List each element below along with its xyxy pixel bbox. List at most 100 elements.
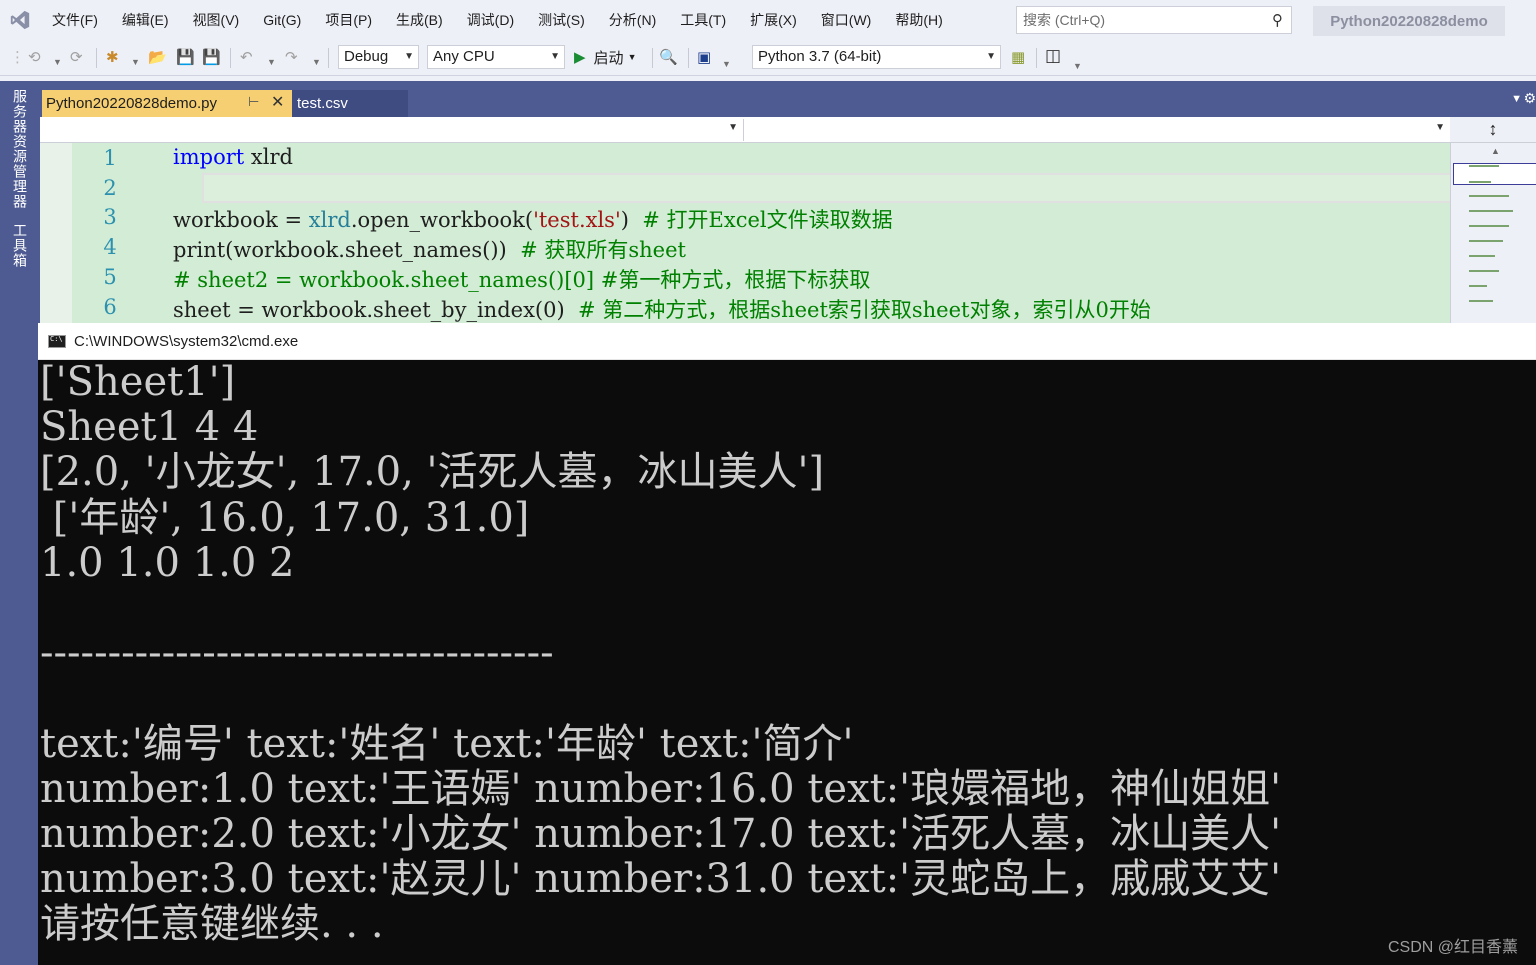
toolbar-separator [328, 48, 329, 68]
save-all-icon[interactable]: 💾 [202, 48, 221, 68]
menu-bar: 文件(F) 编辑(E) 视图(V) Git(G) 项目(P) 生成(B) 调试(D) 测试(S… [0, 0, 1536, 40]
chevron-down-icon: ▼ [1435, 122, 1445, 133]
environments-icon[interactable]: ▦ [1011, 48, 1025, 68]
menu-item[interactable]: 生成(B) [384, 0, 455, 40]
minimap-line [1469, 240, 1503, 242]
line-code: import xlrd [173, 145, 293, 169]
play-icon: ▶ [574, 49, 586, 66]
code-token: .open_workbook( [350, 208, 534, 233]
redo-icon[interactable]: ↷ [285, 48, 298, 68]
minimap-line [1469, 270, 1499, 272]
navigate-forward-icon[interactable]: ⟳ [70, 48, 83, 68]
code-token: # 第二种方式，根据sheet索引获取sheet对象，索引从0开始 [578, 297, 1151, 322]
find-in-files-icon[interactable]: 🔍 [659, 48, 678, 68]
menu-item[interactable]: 文件(F) [40, 0, 110, 40]
configuration-select[interactable]: Debug ▼ [338, 45, 419, 69]
start-debug-button[interactable]: ▶ 启动 ▼ [574, 45, 636, 69]
menu-item[interactable]: 视图(V) [181, 0, 252, 40]
code-line[interactable]: 3 workbook = xlrd.open_workbook('test.xls… [40, 202, 1418, 232]
minimap-line [1469, 300, 1493, 302]
undo-icon[interactable]: ↶ [240, 48, 253, 68]
python-environment-select[interactable]: Python 3.7 (64-bit) ▼ [752, 45, 1001, 69]
toolbar-separator [688, 48, 689, 68]
line-number: 3 [103, 205, 117, 230]
code-token: sheet = workbook.sheet_by_index(0) [173, 297, 579, 322]
minimap-line [1469, 181, 1491, 183]
console-line: 请按任意键继续. . . [40, 901, 384, 948]
save-icon[interactable]: 💾 [176, 48, 195, 68]
code-token: # sheet2 = workbook.sheet_names()[0] #第一… [173, 267, 871, 292]
console-line: -------------------------------------- [40, 630, 554, 677]
toolbox-tab[interactable]: 工具箱 [10, 223, 30, 268]
member-dropdown[interactable]: ▼ [748, 119, 1450, 141]
drag-handle-icon[interactable]: ⋮ [10, 48, 25, 68]
toolbar-separator [652, 48, 653, 68]
scroll-up-icon[interactable]: ▲ [1491, 146, 1500, 156]
python-environment-value: Python 3.7 (64-bit) [758, 48, 882, 65]
menu-item[interactable]: 扩展(X) [738, 0, 809, 40]
scope-dropdown[interactable]: ▼ [40, 119, 744, 141]
close-icon[interactable]: ✕ [271, 92, 284, 112]
browser-dropdown-icon[interactable]: ▼ [722, 54, 731, 74]
minimap-lines [1469, 165, 1529, 315]
gear-icon[interactable]: ⚙ [1523, 90, 1536, 107]
code-line[interactable]: 1 import xlrd [40, 143, 1418, 173]
browser-icon[interactable]: ▣ [697, 48, 711, 68]
server-explorer-tab[interactable]: 服务器资源管理器 [10, 89, 30, 209]
minimap-scrollbar[interactable]: ▲ [1450, 143, 1536, 323]
minimap-line [1469, 285, 1487, 287]
new-dropdown-icon[interactable]: ▼ [131, 52, 140, 72]
undo-dropdown-icon[interactable]: ▼ [267, 52, 276, 72]
console-output: ['Sheet1'] Sheet1 4 4 [2.0, '小龙女', 17.0, '… [40, 360, 1536, 965]
chevron-down-icon: ▼ [404, 51, 414, 62]
menu-item[interactable]: 窗口(W) [809, 0, 884, 40]
navigate-back-icon[interactable]: ⟲ [28, 48, 41, 68]
menu-item[interactable]: 调试(D) [455, 0, 526, 40]
console-line: [2.0, '小龙女', 17.0, '活死人墓，冰山美人'] [40, 449, 825, 496]
tab-list-dropdown-icon[interactable]: ▼ [1511, 93, 1522, 105]
open-folder-icon[interactable]: 📂 [148, 48, 167, 68]
search-icon: ⚲ [1272, 12, 1283, 29]
chevron-down-icon: ▼ [627, 52, 637, 62]
menu-item[interactable]: 测试(S) [526, 0, 597, 40]
tab-python-file[interactable]: Python20220828demo.py ⊢ ✕ [42, 90, 292, 117]
redo-dropdown-icon[interactable]: ▼ [312, 52, 321, 72]
code-line[interactable]: 2 [40, 173, 1418, 203]
line-number: 2 [103, 175, 117, 200]
code-token: # 获取所有sheet [520, 238, 686, 263]
split-window-button[interactable]: ↕ [1450, 117, 1536, 143]
menu-item[interactable]: 帮助(H) [883, 0, 954, 40]
menu-item[interactable]: 编辑(E) [110, 0, 181, 40]
code-line[interactable]: 6 sheet = workbook.sheet_by_index(0) # 第二… [40, 292, 1418, 322]
console-title-bar[interactable]: C:\WINDOWS\system32\cmd.exe [38, 323, 1536, 360]
menu-item[interactable]: 分析(N) [597, 0, 668, 40]
tab-label: Python20220828demo.py [46, 95, 217, 112]
menu-item[interactable]: 项目(P) [313, 0, 384, 40]
back-dropdown-icon[interactable]: ▼ [53, 52, 62, 72]
line-number: 6 [103, 294, 117, 319]
start-label: 启动 [593, 49, 624, 67]
pin-icon[interactable]: ⊢ [248, 94, 259, 110]
side-tool-panel: 服务器资源管理器 工具箱 [0, 81, 40, 965]
search-input[interactable]: 搜索 (Ctrl+Q) ⚲ [1016, 6, 1292, 34]
solution-name-badge[interactable]: Python20220828demo [1313, 6, 1505, 36]
tab-csv-file[interactable]: test.csv [292, 90, 408, 117]
minimap-line [1469, 255, 1495, 257]
layout-icon[interactable]: ◫ [1045, 46, 1061, 66]
console-window[interactable]: C:\WINDOWS\system32\cmd.exe ['Sheet1']Sh… [38, 323, 1536, 965]
minimap-line [1469, 195, 1509, 197]
layout-dropdown-icon[interactable]: ▼ [1073, 56, 1082, 76]
code-editor[interactable]: 1 import xlrd 2 3 workbook = xlrd.open_workb… [40, 143, 1450, 323]
line-number: 1 [103, 146, 117, 170]
menu-item[interactable]: Git(G) [251, 0, 313, 40]
visual-studio-logo-icon[interactable] [0, 0, 40, 40]
platform-select[interactable]: Any CPU ▼ [427, 45, 565, 69]
menu-items: 文件(F) 编辑(E) 视图(V) Git(G) 项目(P) 生成(B) 调试(D) 测试(S… [40, 0, 955, 40]
console-line: text:'编号' text:'姓名' text:'年龄' text:'简介' [40, 720, 854, 767]
code-line[interactable]: 4 print(workbook.sheet_names()) # 获取所有she… [40, 232, 1418, 262]
menu-item[interactable]: 工具(T) [668, 0, 738, 40]
code-line[interactable]: 5 # sheet2 = workbook.sheet_names()[0] #第… [40, 262, 1418, 292]
new-project-icon[interactable]: ✱ [106, 48, 119, 68]
console-line: number:1.0 text:'王语嫣' number:16.0 text:'… [40, 765, 1282, 812]
minimap-line [1469, 165, 1499, 167]
